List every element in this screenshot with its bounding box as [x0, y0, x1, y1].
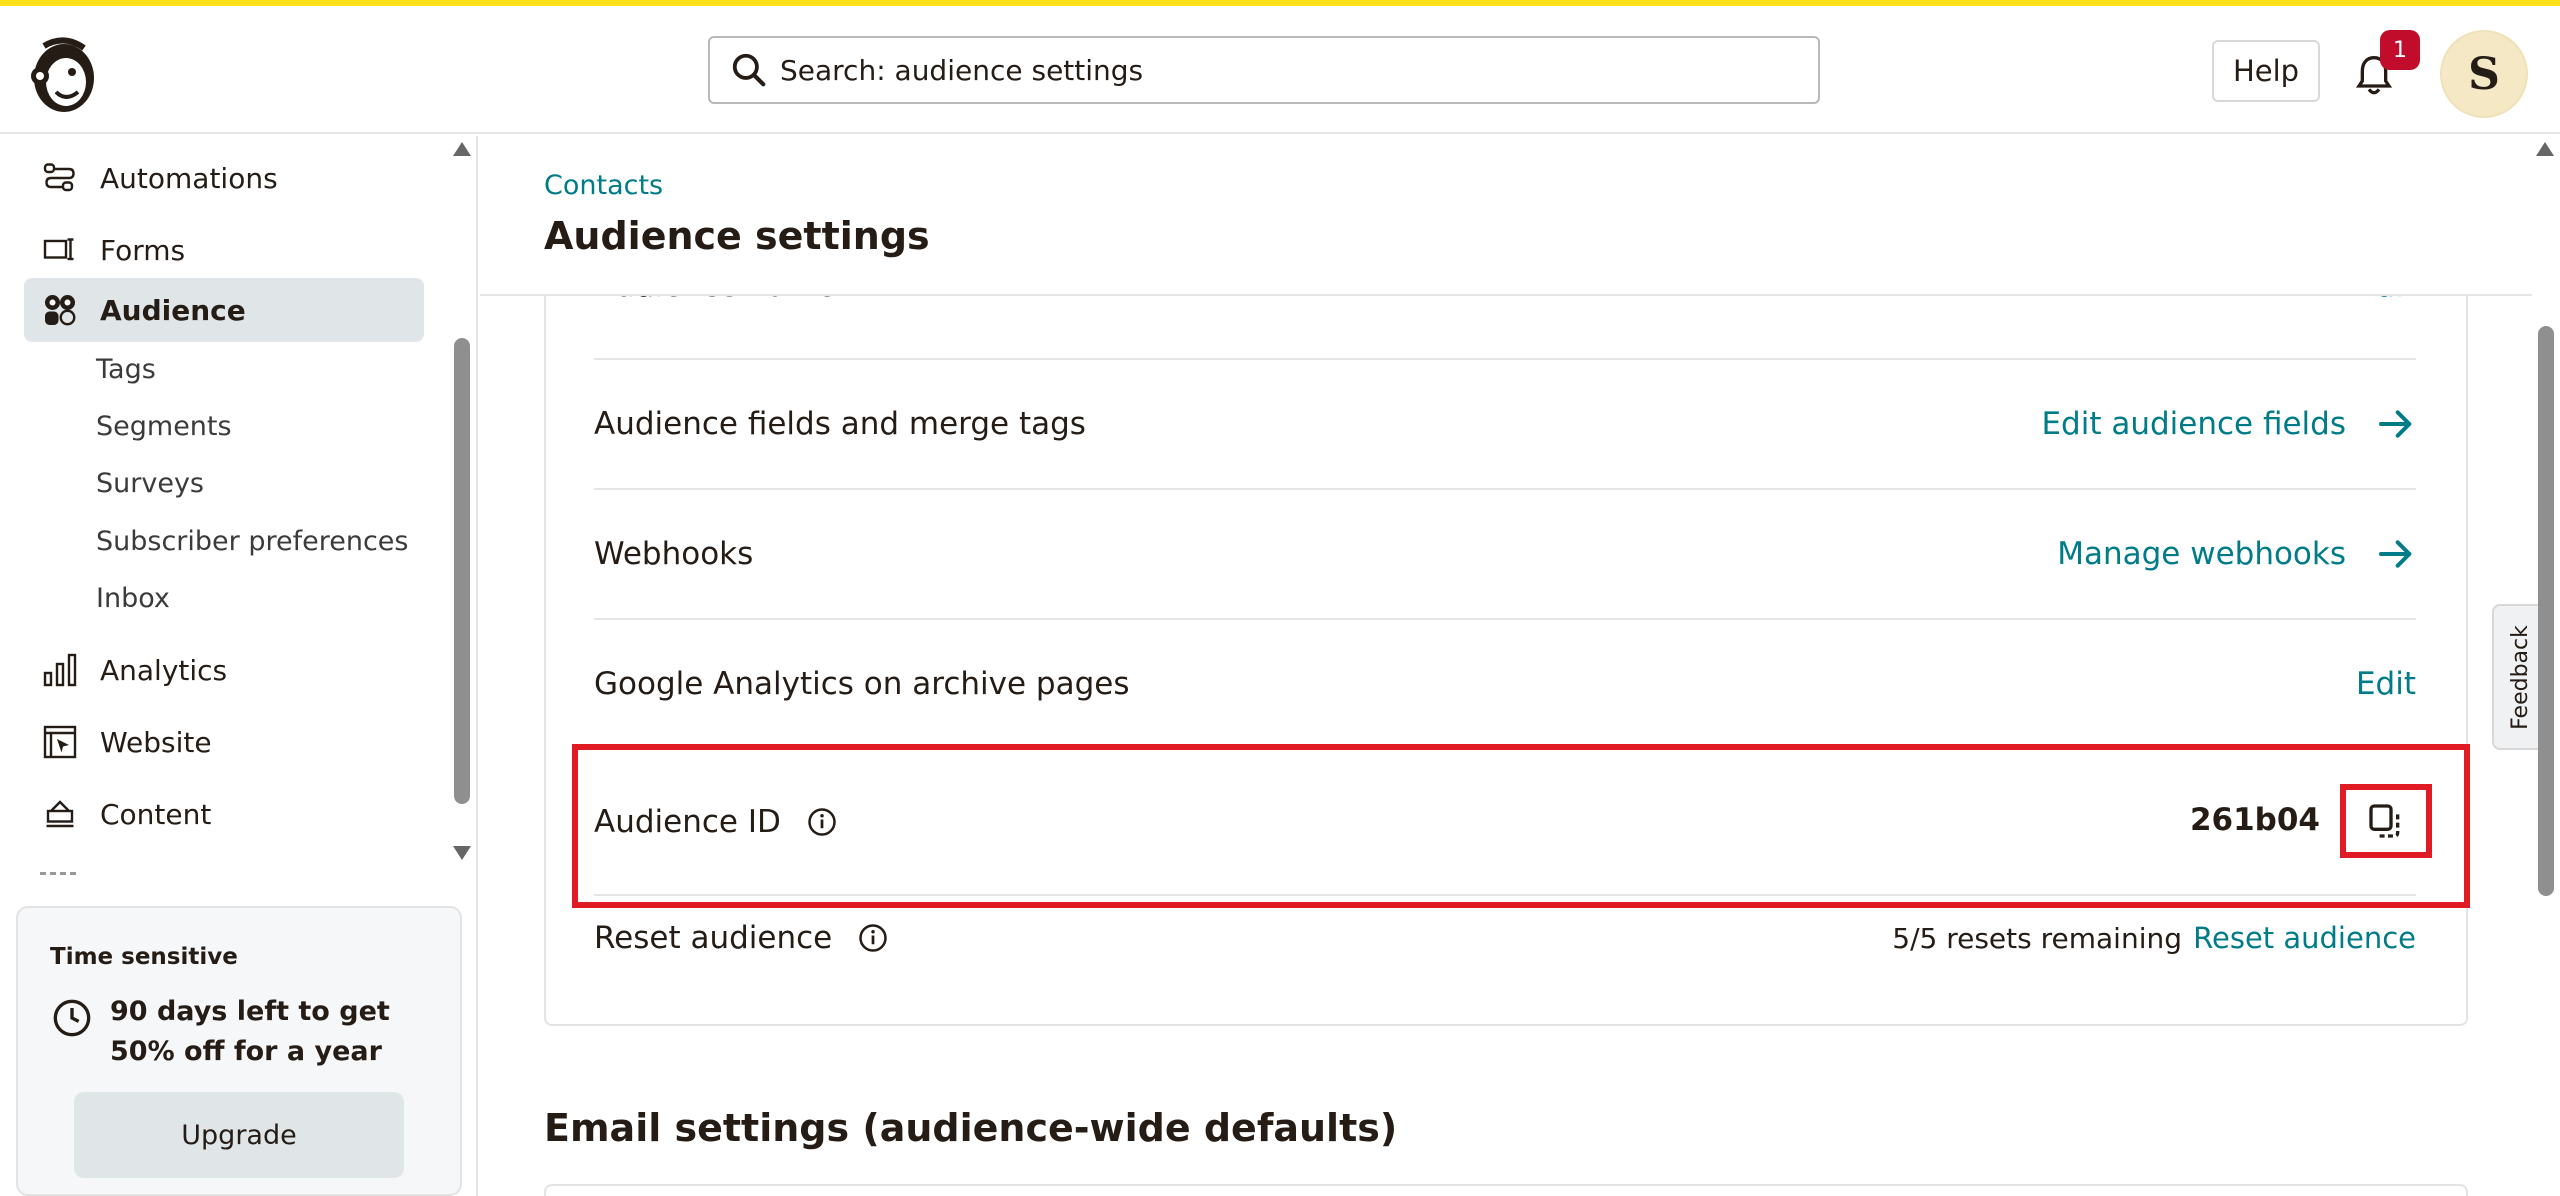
- sidebar-scroll-up-arrow[interactable]: [453, 142, 471, 156]
- manage-webhooks-link[interactable]: Manage webhooks: [2057, 534, 2416, 574]
- promo-label: Time sensitive: [50, 944, 238, 970]
- webhooks-label: Webhooks: [594, 536, 754, 572]
- page-header: Contacts Audience settings: [480, 136, 2532, 296]
- sidebar-item-label: Audience: [100, 293, 246, 327]
- audience-settings-card: Audience name StudioGrowth Edit Audience…: [544, 266, 2468, 1026]
- search-icon: [732, 53, 766, 87]
- audience-icon: [40, 290, 80, 330]
- sidebar-item-label: Automations: [100, 161, 278, 195]
- reset-audience-label-group: Reset audience: [594, 918, 888, 958]
- resets-remaining: 5/5 resets remaining: [1892, 922, 2182, 955]
- sidebar-scroll-down-arrow[interactable]: [453, 846, 471, 860]
- sidebar-item-label: Forms: [100, 233, 186, 267]
- email-settings-title: Email settings (audience-wide defaults): [544, 1106, 1398, 1150]
- sidebar-item-website[interactable]: Website: [24, 710, 424, 774]
- audience-fields-row: Audience fields and merge tags Edit audi…: [594, 360, 2416, 490]
- forms-icon: [40, 230, 80, 270]
- feedback-label: Feedback: [2507, 624, 2533, 730]
- breadcrumb[interactable]: Contacts: [544, 170, 663, 201]
- sidebar-subitem-inbox[interactable]: Inbox: [96, 583, 170, 614]
- edit-google-analytics-link[interactable]: Edit: [2356, 664, 2416, 704]
- help-button[interactable]: Help: [2212, 40, 2320, 102]
- copy-audience-id-button[interactable]: [2340, 784, 2432, 858]
- upgrade-promo-card: Time sensitive 90 days left to get 50% o…: [16, 906, 462, 1196]
- reset-audience-row: Reset audience 5/5 resets remaining Rese…: [594, 896, 2416, 1026]
- search-input[interactable]: Search: audience settings: [708, 36, 1820, 104]
- sidebar-scrollbar-thumb[interactable]: [454, 338, 470, 804]
- sidebar-item-automations[interactable]: Automations: [24, 146, 424, 210]
- content-icon: [40, 794, 80, 834]
- sidebar-item-forms[interactable]: Forms: [24, 218, 424, 282]
- sidebar-item-content[interactable]: Content: [24, 782, 424, 846]
- search-text: Search: audience settings: [780, 53, 1144, 87]
- main-scroll-up-arrow[interactable]: [2536, 142, 2554, 156]
- notification-badge: 1: [2380, 30, 2420, 70]
- automations-icon: [40, 158, 80, 198]
- edit-audience-fields-link[interactable]: Edit audience fields: [2041, 404, 2416, 444]
- sidebar-item-audience[interactable]: Audience: [24, 278, 424, 342]
- upgrade-button[interactable]: Upgrade: [74, 1092, 404, 1178]
- audience-fields-label: Audience fields and merge tags: [594, 406, 1086, 442]
- manage-webhooks-text: Manage webhooks: [2057, 536, 2346, 572]
- webhooks-row: Webhooks Manage webhooks: [594, 490, 2416, 620]
- avatar[interactable]: S: [2440, 30, 2528, 118]
- arrow-right-icon: [2379, 540, 2412, 568]
- page-title: Audience settings: [544, 214, 930, 258]
- audience-id-highlight-box: [572, 744, 2470, 908]
- sidebar-subitem-surveys[interactable]: Surveys: [96, 468, 204, 499]
- top-header: Search: audience settings Help 1 S: [0, 6, 2560, 134]
- reset-audience-label: Reset audience: [594, 920, 833, 956]
- mailchimp-logo-icon[interactable]: [26, 32, 102, 116]
- sidebar-subitem-subscriber-preferences[interactable]: Subscriber preferences: [96, 526, 408, 557]
- google-analytics-row: Google Analytics on archive pages Edit: [594, 620, 2416, 750]
- sidebar-item-analytics[interactable]: Analytics: [24, 638, 424, 702]
- sidebar-item-label: Content: [100, 797, 212, 831]
- sidebar-item-label: Analytics: [100, 653, 228, 687]
- arrow-right-icon: [2379, 410, 2412, 438]
- promo-message: 90 days left to get 50% off for a year: [110, 996, 390, 1067]
- sidebar-item-label: Website: [100, 725, 212, 759]
- clock-icon: [53, 999, 91, 1037]
- website-icon: [40, 722, 80, 762]
- google-analytics-label: Google Analytics on archive pages: [594, 666, 1130, 702]
- sidebar-subitem-segments[interactable]: Segments: [96, 411, 232, 442]
- email-settings-card: [544, 1184, 2468, 1196]
- main-scrollbar-thumb[interactable]: [2538, 326, 2554, 896]
- edit-audience-fields-text: Edit audience fields: [2041, 406, 2346, 442]
- reset-audience-link[interactable]: Reset audience: [2193, 918, 2416, 958]
- analytics-icon: [40, 650, 80, 690]
- info-icon[interactable]: [858, 923, 888, 953]
- sidebar-overflow-indicator: [40, 872, 76, 875]
- sidebar-subitem-tags[interactable]: Tags: [96, 354, 156, 385]
- copy-icon: [2369, 804, 2400, 838]
